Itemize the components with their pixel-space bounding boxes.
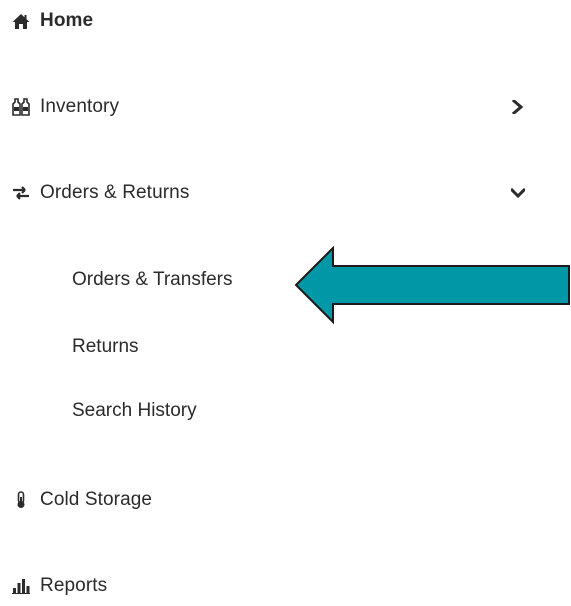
sidebar-item-home[interactable]: Home	[0, 1, 571, 41]
submenu-item-returns[interactable]: Returns	[72, 330, 139, 364]
sidebar-item-label: Inventory	[40, 96, 120, 117]
submenu-item-orders-transfers[interactable]: Orders & Transfers	[72, 263, 233, 297]
bottles-icon	[12, 98, 30, 116]
sidebar-item-label: Reports	[40, 575, 108, 596]
sidebar-item-label: Cold Storage	[40, 489, 153, 510]
submenu-item-search-history[interactable]: Search History	[72, 394, 197, 428]
sidebar-item-label: Orders & Returns	[40, 182, 190, 203]
sidebar-item-cold-storage[interactable]: Cold Storage	[0, 480, 571, 520]
chevron-right-icon[interactable]	[510, 99, 526, 115]
bar-chart-icon	[12, 577, 30, 595]
sidebar-item-inventory[interactable]: Inventory	[0, 87, 571, 127]
home-icon	[12, 12, 30, 30]
exchange-icon	[12, 184, 30, 202]
sidebar-item-reports[interactable]: Reports	[0, 566, 571, 606]
thermometer-icon	[12, 491, 30, 509]
sidebar-item-label: Home	[40, 10, 94, 31]
chevron-down-icon[interactable]	[510, 185, 526, 201]
callout-arrow	[294, 245, 571, 329]
sidebar-item-orders-returns[interactable]: Orders & Returns	[0, 173, 571, 213]
